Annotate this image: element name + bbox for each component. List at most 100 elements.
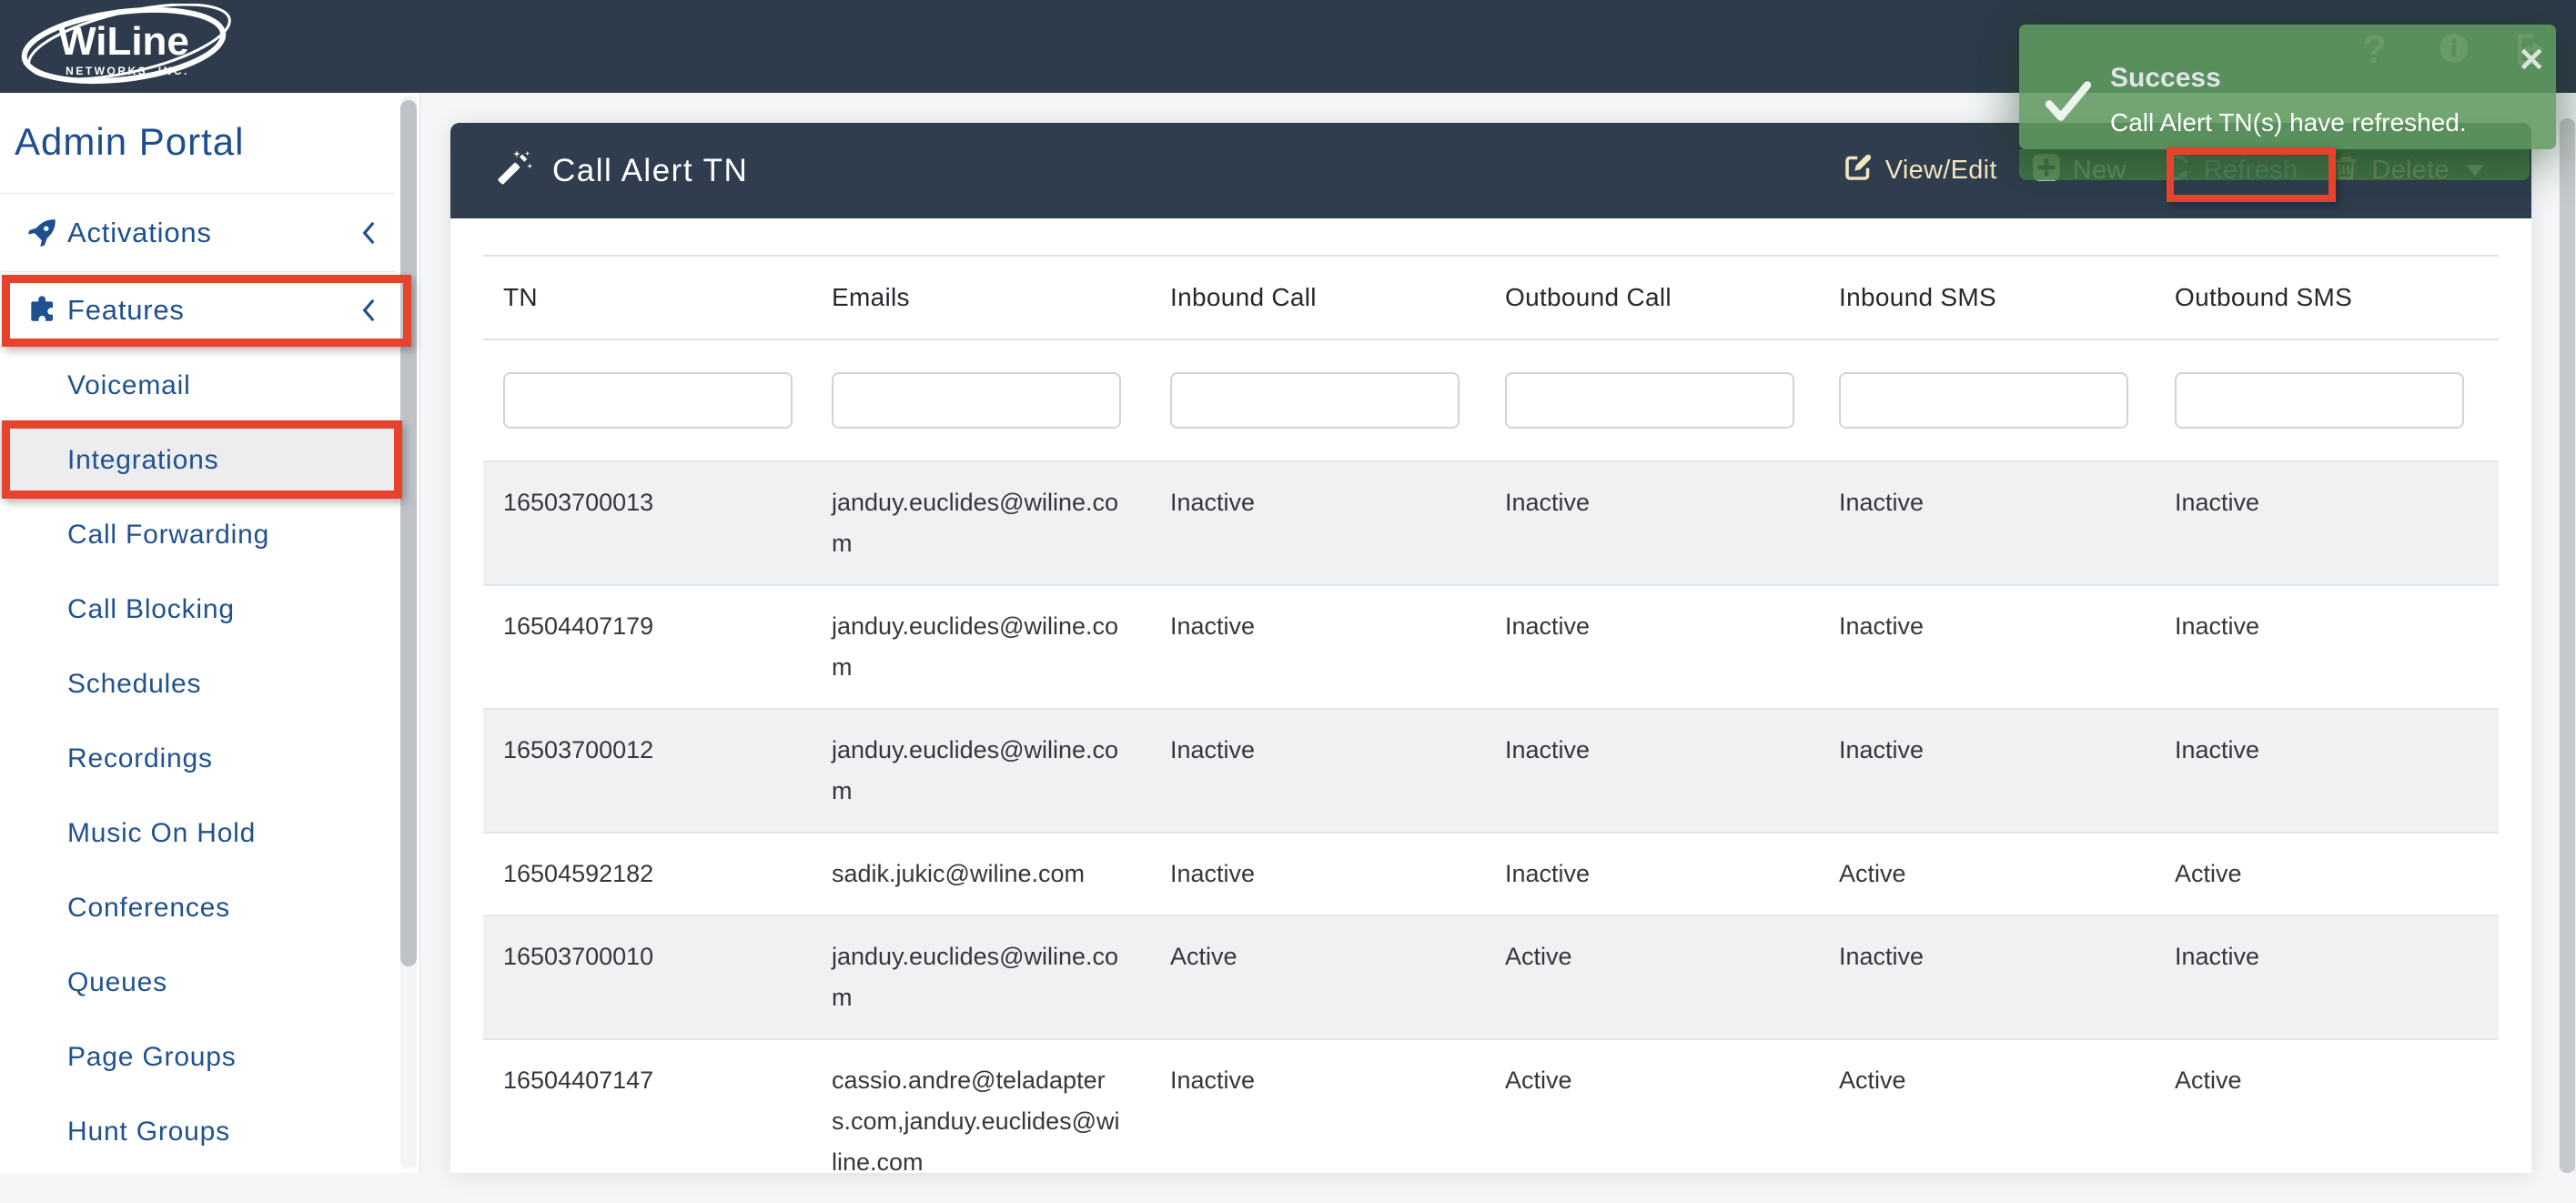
table-header-row: TNEmailsInbound CallOutbound CallInbound… (483, 256, 2499, 339)
filter-input-inbound-sms[interactable] (1839, 372, 2128, 429)
cell-status: Inactive (1819, 585, 2155, 709)
call-alert-table-wrap: TNEmailsInbound CallOutbound CallInbound… (483, 255, 2499, 1203)
cell-tn: 16503700013 (483, 461, 812, 585)
chevron-left-icon[interactable] (359, 221, 379, 245)
filter-input-tn[interactable] (503, 372, 793, 429)
cell-tn: 16504407147 (483, 1039, 812, 1203)
cell-status: Inactive (2155, 915, 2499, 1039)
cell-status: Inactive (1150, 709, 1485, 833)
panel-title: Call Alert TN (552, 153, 748, 189)
column-header-emails: Emails (812, 256, 1150, 339)
cell-status: Inactive (1819, 461, 2155, 585)
cell-status: Inactive (1819, 709, 2155, 833)
sidebar-item-page-groups[interactable]: Page Groups (0, 1020, 395, 1095)
sidebar-item-call-blocking[interactable]: Call Blocking (0, 572, 395, 647)
chevron-left-icon[interactable] (359, 298, 379, 322)
cell-emails: janduy.euclides@wiline.com (812, 709, 1150, 833)
success-toast: Success Call Alert TN(s) have refreshed.… (2019, 25, 2556, 149)
filter-input-inbound-call[interactable] (1170, 372, 1460, 429)
wand-icon (496, 148, 536, 193)
column-header-tn: TN (483, 256, 812, 339)
cell-status: Active (1485, 1039, 1819, 1203)
cell-status: Inactive (1485, 585, 1819, 709)
filter-input-outbound-call[interactable] (1505, 372, 1794, 429)
sidebar-item-music-on-hold[interactable]: Music On Hold (0, 796, 395, 871)
close-icon[interactable]: ✕ (2518, 41, 2545, 79)
page-scrollbar (2559, 93, 2576, 1173)
cell-emails: janduy.euclides@wiline.com (812, 461, 1150, 585)
sidebar-item-voicemail[interactable]: Voicemail (0, 349, 395, 423)
toast-message: Call Alert TN(s) have refreshed. (2110, 108, 2467, 137)
cell-status: Inactive (1150, 461, 1485, 585)
sidebar-item-schedules[interactable]: Schedules (0, 647, 395, 722)
svg-text:NETWORKS, INC.: NETWORKS, INC. (66, 65, 189, 77)
cell-status: Inactive (1150, 1039, 1485, 1203)
page-title: Admin Portal (15, 120, 244, 164)
cell-status: Active (1485, 915, 1819, 1039)
stacked-toast-edge (2019, 149, 2530, 180)
cell-status: Inactive (1819, 915, 2155, 1039)
cell-status: Inactive (1150, 585, 1485, 709)
cell-status: Active (2155, 833, 2499, 915)
filter-input-emails[interactable] (832, 372, 1121, 429)
table-filter-row (483, 339, 2499, 461)
table-row[interactable]: 16503700013janduy.euclides@wiline.comIna… (483, 461, 2499, 585)
cell-emails: sadik.jukic@wiline.com (812, 833, 1150, 915)
cell-status: Inactive (2155, 461, 2499, 585)
sidebar: Admin Portal Activations Features (0, 93, 420, 1173)
cell-emails: cassio.andre@teladapters.com,janduy.eucl… (812, 1039, 1150, 1203)
cell-tn: 16503700012 (483, 709, 812, 833)
check-icon (2043, 77, 2094, 129)
toast-title: Success (2110, 63, 2221, 94)
rocket-icon (25, 217, 58, 249)
features-subitems: VoicemailIntegrationsCall ForwardingCall… (0, 349, 395, 1169)
button-label: View/Edit (1885, 156, 1997, 186)
table-row[interactable]: 16503700010janduy.euclides@wiline.comAct… (483, 915, 2499, 1039)
cell-status: Active (1819, 833, 2155, 915)
app-root: WiLine NETWORKS, INC. ? Success Call Ale… (0, 0, 2576, 1173)
puzzle-icon (25, 294, 58, 327)
cell-tn: 16504592182 (483, 833, 812, 915)
sidebar-item-integrations[interactable]: Integrations (0, 423, 395, 498)
cell-emails: janduy.euclides@wiline.com (812, 585, 1150, 709)
sidebar-item-call-forwarding[interactable]: Call Forwarding (0, 498, 395, 572)
call-alert-panel: Call Alert TN View/Edit (450, 123, 2531, 1173)
cell-status: Inactive (1485, 461, 1819, 585)
sidebar-scrollbar (400, 96, 417, 1169)
table-row[interactable]: 16504407147cassio.andre@teladapters.com,… (483, 1039, 2499, 1203)
sidebar-item-queues[interactable]: Queues (0, 945, 395, 1020)
table-row[interactable]: 16504592182sadik.jukic@wiline.comInactiv… (483, 833, 2499, 915)
cell-status: Active (1819, 1039, 2155, 1203)
wiline-logo: WiLine NETWORKS, INC. (16, 4, 237, 89)
call-alert-table: TNEmailsInbound CallOutbound CallInbound… (483, 255, 2499, 1203)
cell-status: Inactive (1150, 833, 1485, 915)
table-row[interactable]: 16504407179janduy.euclides@wiline.comIna… (483, 585, 2499, 709)
cell-emails: janduy.euclides@wiline.com (812, 915, 1150, 1039)
table-row[interactable]: 16503700012janduy.euclides@wiline.comIna… (483, 709, 2499, 833)
cell-tn: 16503700010 (483, 915, 812, 1039)
cell-status: Inactive (1485, 709, 1819, 833)
sidebar-item-label: Activations (67, 217, 212, 249)
column-header-inbound-sms: Inbound SMS (1819, 256, 2155, 339)
sidebar-item-features[interactable]: Features (0, 272, 395, 349)
filter-input-outbound-sms[interactable] (2175, 372, 2464, 429)
column-header-outbound-call: Outbound Call (1485, 256, 1819, 339)
column-header-outbound-sms: Outbound SMS (2155, 256, 2499, 339)
column-header-inbound-call: Inbound Call (1150, 256, 1485, 339)
cell-status: Inactive (2155, 709, 2499, 833)
sidebar-item-recordings[interactable]: Recordings (0, 722, 395, 796)
page-scrollbar-thumb[interactable] (2560, 118, 2575, 1173)
cell-status: Active (2155, 1039, 2499, 1203)
sidebar-item-hunt-groups[interactable]: Hunt Groups (0, 1095, 395, 1169)
view-edit-button[interactable]: View/Edit (1842, 151, 1997, 191)
cell-status: Inactive (1485, 833, 1819, 915)
cell-status: Inactive (2155, 585, 2499, 709)
svg-text:WiLine: WiLine (58, 19, 189, 64)
cell-status: Active (1150, 915, 1485, 1039)
sidebar-scrollbar-thumb[interactable] (400, 100, 417, 966)
sidebar-item-activations[interactable]: Activations (0, 194, 395, 272)
edit-icon (1842, 151, 1874, 191)
sidebar-item-conferences[interactable]: Conferences (0, 871, 395, 945)
cell-tn: 16504407179 (483, 585, 812, 709)
sidebar-item-label: Features (67, 294, 185, 327)
